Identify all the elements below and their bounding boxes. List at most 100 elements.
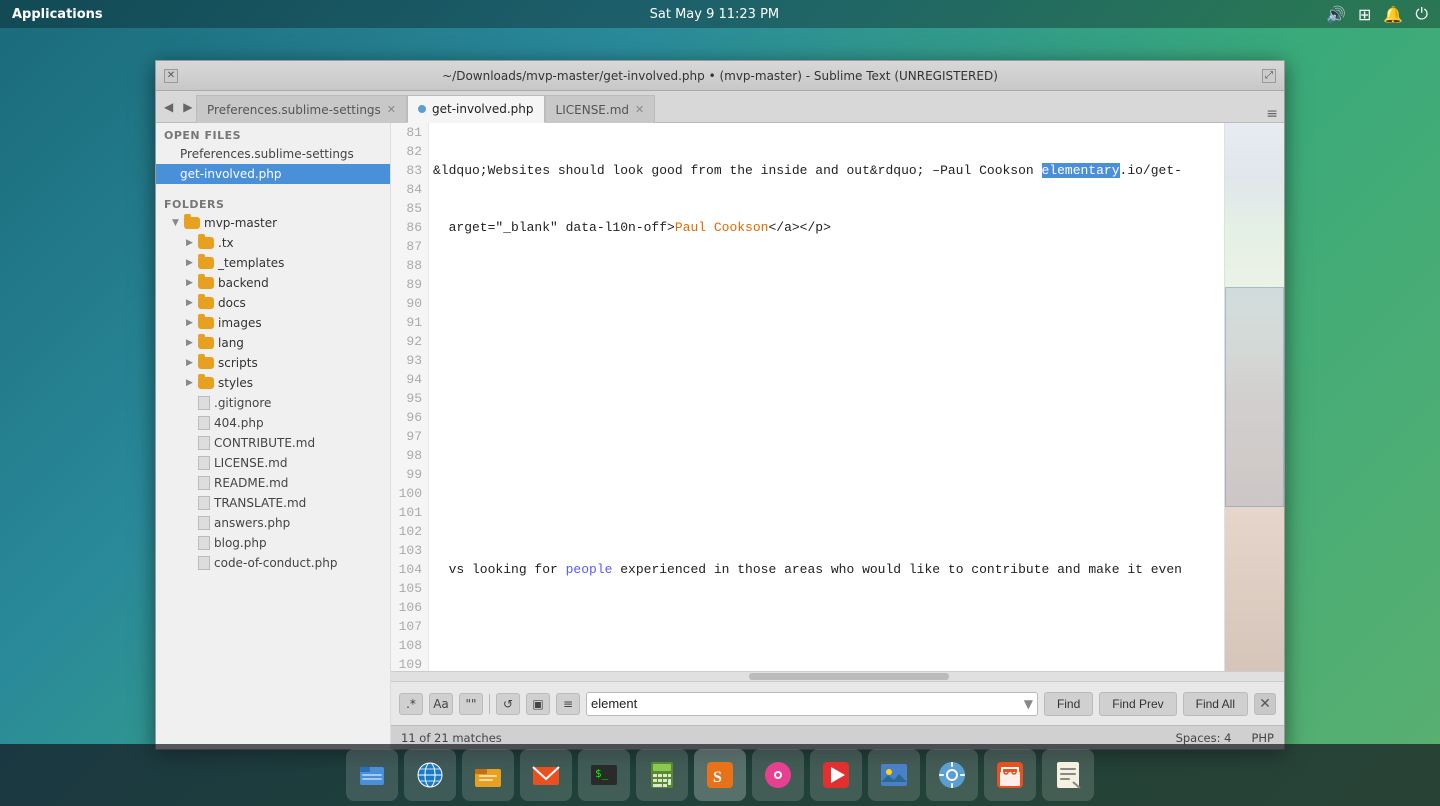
file-icon-answers (198, 516, 210, 530)
file-name-contribute: CONTRIBUTE.md (214, 436, 315, 450)
find-input[interactable] (591, 696, 1024, 711)
find-case-button[interactable]: Aa (429, 693, 453, 715)
folder-tx[interactable]: ▶ .tx (156, 233, 390, 253)
tab-navigation: ◀ ▶ (156, 91, 200, 122)
file-name-readme: README.md (214, 476, 288, 490)
code-line-89 (433, 617, 1220, 636)
taskbar-item-photos[interactable] (868, 749, 920, 801)
applications-menu[interactable]: Applications (12, 7, 103, 22)
folder-mvp-master[interactable]: ▼ mvp-master (156, 213, 390, 233)
find-dropdown-button[interactable]: ▼ (1024, 697, 1033, 711)
power-icon[interactable]: ⏻ (1415, 4, 1428, 24)
file-404[interactable]: ▶ 404.php (156, 413, 390, 433)
tabs-menu-button[interactable]: ≡ (1266, 106, 1284, 122)
folder-backend[interactable]: ▶ backend (156, 273, 390, 293)
code-editor[interactable]: 8182838485 8687888990 9192939495 9697989… (391, 123, 1284, 749)
folder-docs[interactable]: ▶ docs (156, 293, 390, 313)
titlebar: ✕ ~/Downloads/mvp-master/get-involved.ph… (156, 61, 1284, 91)
find-word-button[interactable]: "" (459, 693, 483, 715)
file-icon-license (198, 456, 210, 470)
file-icon-contribute (198, 436, 210, 450)
folder-arrow-tx: ▶ (186, 238, 198, 248)
top-bar-time: Sat May 9 11:23 PM (650, 7, 780, 22)
file-license[interactable]: ▶ LICENSE.md (156, 453, 390, 473)
line-numbers: 8182838485 8687888990 9192939495 9697989… (391, 123, 429, 671)
scrollbar-horizontal[interactable] (391, 671, 1284, 681)
folder-name-templates: _templates (218, 256, 284, 270)
file-icon-blog (198, 536, 210, 550)
file-icon-readme (198, 476, 210, 490)
taskbar-item-settings[interactable] (926, 749, 978, 801)
file-contribute[interactable]: ▶ CONTRIBUTE.md (156, 433, 390, 453)
file-readme[interactable]: ▶ README.md (156, 473, 390, 493)
window-close-button[interactable]: ✕ (164, 69, 178, 83)
taskbar-item-media[interactable] (810, 749, 862, 801)
taskbar-item-filemanager[interactable] (346, 749, 398, 801)
display-icon[interactable]: ⊞ (1358, 5, 1371, 24)
find-context-button[interactable]: ≡ (556, 693, 580, 715)
file-answers[interactable]: ▶ answers.php (156, 513, 390, 533)
file-name-code-of-conduct: code-of-conduct.php (214, 556, 337, 570)
tab-preferences-close[interactable]: ✕ (387, 103, 396, 116)
tab-get-involved[interactable]: get-involved.php (407, 95, 545, 123)
taskbar-item-mail[interactable] (520, 749, 572, 801)
folder-name-mvp-master: mvp-master (204, 216, 277, 230)
find-button[interactable]: Find (1044, 692, 1093, 716)
code-line-84 (433, 332, 1220, 351)
tab-modified-dot (418, 105, 426, 113)
folder-templates[interactable]: ▶ _templates (156, 253, 390, 273)
volume-icon[interactable]: 🔊 (1326, 5, 1346, 24)
minimap[interactable] (1224, 123, 1284, 671)
taskbar-item-calc[interactable] (636, 749, 688, 801)
file-blog[interactable]: ▶ blog.php (156, 533, 390, 553)
tab-bar: ◀ ▶ Preferences.sublime-settings ✕ get-i… (156, 91, 1284, 123)
file-translate[interactable]: ▶ TRANSLATE.md (156, 493, 390, 513)
tab-license[interactable]: LICENSE.md ✕ (545, 95, 656, 123)
file-icon-gitignore (198, 396, 210, 410)
tab-license-close[interactable]: ✕ (635, 103, 644, 116)
status-bar-right: Spaces: 4 PHP (1176, 731, 1274, 745)
find-regex-button[interactable]: .* (399, 693, 423, 715)
tab-preferences[interactable]: Preferences.sublime-settings ✕ (196, 95, 407, 123)
taskbar-item-music[interactable] (752, 749, 804, 801)
find-close-button[interactable]: ✕ (1254, 693, 1276, 715)
taskbar-item-notes[interactable] (1042, 749, 1094, 801)
file-name-gitignore: .gitignore (214, 396, 271, 410)
taskbar-item-browser[interactable] (404, 749, 456, 801)
file-gitignore[interactable]: ▶ .gitignore (156, 393, 390, 413)
tab-nav-prev[interactable]: ◀ (160, 98, 177, 116)
file-code-of-conduct[interactable]: ▶ code-of-conduct.php (156, 553, 390, 573)
top-bar-right: 🔊 ⊞ 🔔 ⏻ (1326, 4, 1428, 24)
folder-icon-templates (198, 257, 214, 269)
code-line-87 (433, 503, 1220, 522)
folder-scripts[interactable]: ▶ scripts (156, 353, 390, 373)
folder-name-tx: .tx (218, 236, 234, 250)
match-status: 11 of 21 matches (401, 731, 502, 745)
folder-images[interactable]: ▶ images (156, 313, 390, 333)
folder-icon-tx (198, 237, 214, 249)
taskbar-item-files[interactable] (462, 749, 514, 801)
folder-lang[interactable]: ▶ lang (156, 333, 390, 353)
window-expand-button[interactable]: ⤢ (1262, 69, 1276, 83)
folder-name-scripts: scripts (218, 356, 258, 370)
taskbar-item-terminal[interactable]: $_ (578, 749, 630, 801)
code-line-82: arget="_blank" data-l10n-off>Paul Cookso… (433, 218, 1220, 237)
tab-nav-next[interactable]: ▶ (179, 98, 196, 116)
taskbar: $_ S (0, 744, 1440, 806)
find-prev-button[interactable]: Find Prev (1099, 692, 1176, 716)
scrollbar-thumb-horizontal[interactable] (749, 673, 949, 680)
folder-styles[interactable]: ▶ styles (156, 373, 390, 393)
sidebar-file-get-involved[interactable]: get-involved.php (156, 164, 390, 184)
find-bar: .* Aa "" ↺ ▣ ≡ ▼ Find Find Prev Find All… (391, 681, 1284, 725)
code-area: 8182838485 8687888990 9192939495 9697989… (391, 123, 1284, 671)
code-content[interactable]: &ldquo;Websites should look good from th… (429, 123, 1224, 671)
file-name-blog: blog.php (214, 536, 267, 550)
bell-icon[interactable]: 🔔 (1383, 5, 1403, 24)
find-wrap-button[interactable]: ↺ (496, 693, 520, 715)
find-insel-button[interactable]: ▣ (526, 693, 550, 715)
folder-icon-lang (198, 337, 214, 349)
taskbar-item-store[interactable] (984, 749, 1036, 801)
find-all-button[interactable]: Find All (1183, 692, 1248, 716)
taskbar-item-sublime[interactable]: S (694, 749, 746, 801)
sidebar-file-preferences[interactable]: Preferences.sublime-settings (156, 144, 390, 164)
